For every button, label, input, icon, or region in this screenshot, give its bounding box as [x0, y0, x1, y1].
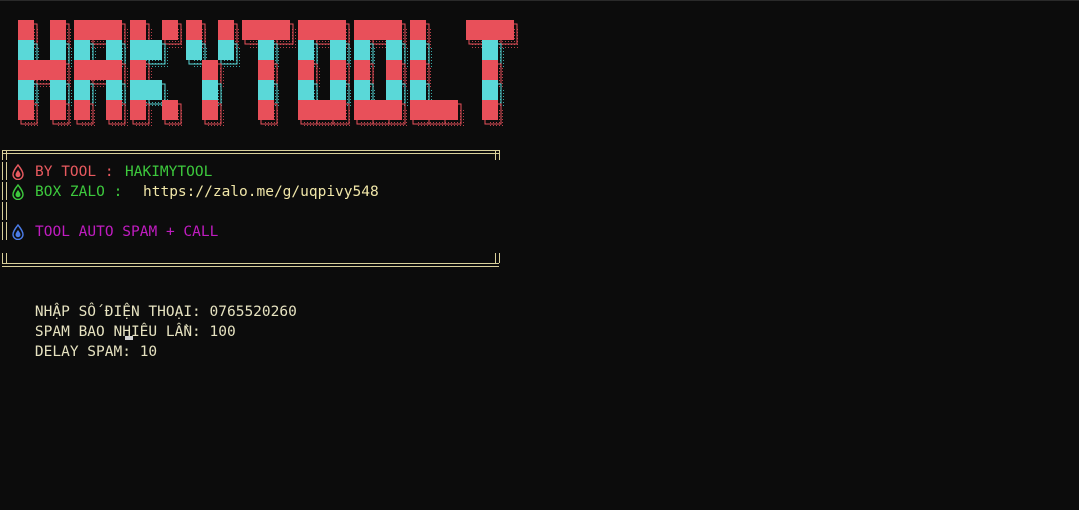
delay-spam-input[interactable]: 10 — [140, 344, 157, 360]
window-top-border — [0, 0, 1079, 1]
blue-drop-icon — [12, 224, 24, 240]
info-box-bottom-border — [0, 253, 500, 273]
spam-count-prompt: SPAM BAO NHIÊU LẦN: 100 — [0, 302, 236, 340]
box-left-border — [2, 182, 7, 200]
delay-spam-label: DELAY SPAM: — [34, 344, 140, 360]
green-drop-icon — [12, 184, 24, 200]
box-left-border — [2, 202, 7, 220]
terminal-window[interactable]: BY TOOL : HAKIMYTOOL BOX ZALO : https://… — [0, 0, 1079, 510]
by-tool-value: HAKIMYTOOL — [125, 164, 213, 180]
delay-spam-prompt[interactable]: DELAY SPAM: 10 — [0, 322, 157, 360]
tool-description: TOOL AUTO SPAM + CALL — [35, 224, 219, 240]
box-left-border — [2, 222, 7, 240]
box-left-border — [2, 162, 7, 180]
box-zalo-label: BOX ZALO : — [35, 184, 123, 200]
spam-count-value: 100 — [209, 324, 236, 340]
box-zalo-link[interactable]: https://zalo.me/g/uqpivy548 — [143, 182, 379, 202]
phone-number-prompt: NHẬP SỐ ĐIỆN THOẠI: 0765520260 — [0, 282, 297, 320]
red-drop-icon — [12, 164, 24, 180]
text-cursor — [125, 336, 133, 340]
banner-logo — [18, 20, 520, 128]
by-tool-label: BY TOOL : — [35, 164, 123, 180]
info-box-top-border — [0, 149, 500, 161]
